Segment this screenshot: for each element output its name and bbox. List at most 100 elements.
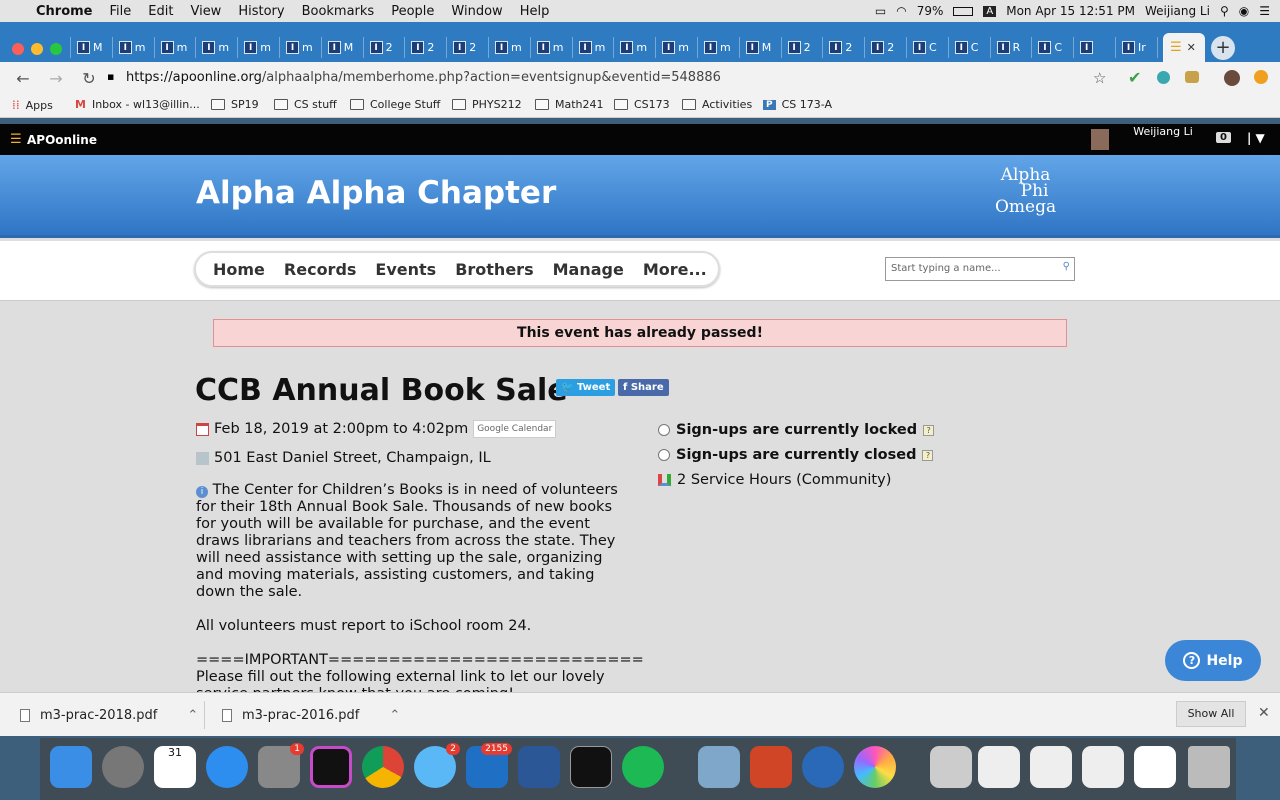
spotify-icon[interactable] xyxy=(622,746,664,788)
spotlight-icon[interactable]: ⚲ xyxy=(1220,4,1229,18)
bookmark-sp19[interactable]: SP19 xyxy=(211,98,259,111)
download-item-2[interactable]: m3-prac-2016.pdf ⌃ xyxy=(222,708,400,723)
system-preferences-icon[interactable]: 1 xyxy=(258,743,304,788)
browser-tab[interactable]: I2 xyxy=(822,37,862,58)
show-all-downloads-button[interactable]: Show All xyxy=(1176,701,1246,727)
launchpad-icon[interactable] xyxy=(102,746,144,788)
clock[interactable]: Mon Apr 15 12:51 PM xyxy=(1006,4,1135,18)
browser-tab[interactable]: IM xyxy=(70,37,110,58)
airplay-icon[interactable]: ▭ xyxy=(875,4,886,18)
address-bar[interactable]: https://apoonline.org/alphaalpha/memberh… xyxy=(126,67,1226,89)
close-tab-icon[interactable]: ✕ xyxy=(1187,41,1196,54)
close-window-button[interactable] xyxy=(12,43,24,55)
browser-tab[interactable]: Im xyxy=(153,37,194,58)
window-thumbnail-icon[interactable] xyxy=(1134,746,1176,788)
menu-history[interactable]: History xyxy=(238,4,284,19)
window-thumbnail-icon[interactable] xyxy=(1082,746,1124,788)
r-app-icon[interactable] xyxy=(802,746,844,788)
bookmark-star-icon[interactable]: ☆ xyxy=(1093,69,1106,87)
downloads-stack-icon[interactable] xyxy=(930,746,972,788)
profile-avatar-icon[interactable] xyxy=(1224,70,1240,86)
browser-tab[interactable]: Im xyxy=(111,37,152,58)
word-icon[interactable] xyxy=(518,746,560,788)
window-thumbnail-icon[interactable] xyxy=(1030,746,1072,788)
chevron-up-icon[interactable]: ⌃ xyxy=(389,708,400,723)
bookmark-apps[interactable]: ⁞⁞ Apps xyxy=(12,98,53,112)
nav-events[interactable]: Events xyxy=(375,260,436,279)
bookmark-cs-stuff[interactable]: CS stuff xyxy=(274,98,337,111)
browser-tab[interactable]: Im xyxy=(613,37,653,58)
browser-tab[interactable]: I2 xyxy=(404,37,444,58)
menu-help[interactable]: Help xyxy=(520,4,550,19)
browser-tab[interactable]: I Ir xyxy=(1115,37,1155,58)
browser-tab[interactable]: IC xyxy=(947,37,988,58)
wifi-icon[interactable]: ◠ xyxy=(896,4,906,18)
bookmark-math241[interactable]: Math241 xyxy=(535,98,604,111)
help-button[interactable]: ? Help xyxy=(1165,640,1261,681)
menu-file[interactable]: File xyxy=(110,4,132,19)
nav-brothers[interactable]: Brothers xyxy=(455,260,533,279)
browser-tab[interactable]: I2 xyxy=(864,37,904,58)
extension-check-icon[interactable]: ✔ xyxy=(1128,68,1141,87)
apo-brand[interactable]: APOonline xyxy=(27,133,97,147)
user-name[interactable]: Weijiang Li xyxy=(1145,4,1210,18)
bookmark-cs173-a[interactable]: P CS 173-A xyxy=(763,98,832,111)
back-button[interactable]: ← xyxy=(13,69,33,88)
battery-percent[interactable]: 79% xyxy=(917,4,944,18)
finder-icon[interactable] xyxy=(50,746,92,788)
notification-center-icon[interactable]: ☰ xyxy=(1259,4,1270,18)
calendar-app-icon[interactable]: 31 xyxy=(154,746,196,788)
input-source-icon[interactable]: A xyxy=(983,5,997,17)
google-calendar-button[interactable]: Google Calendar xyxy=(473,420,557,438)
chrome-icon[interactable] xyxy=(362,746,404,788)
chevron-up-icon[interactable]: ⌃ xyxy=(187,708,198,723)
app-menu-chrome[interactable]: Chrome xyxy=(36,4,93,19)
hamburger-menu-icon[interactable]: ☰ xyxy=(10,132,22,147)
siri-icon[interactable]: ◉ xyxy=(1239,4,1249,18)
extension-teal-icon[interactable] xyxy=(1157,71,1170,84)
nav-home[interactable]: Home xyxy=(213,260,265,279)
browser-tab[interactable]: Im xyxy=(279,37,319,58)
browser-tab[interactable]: I2 xyxy=(362,37,403,58)
facebook-share-button[interactable]: f Share xyxy=(618,379,669,396)
browser-tab[interactable]: Im xyxy=(697,37,737,58)
bookmark-cs173[interactable]: CS173 xyxy=(614,98,670,111)
app-store-icon[interactable] xyxy=(206,746,248,788)
bookmark-phys212[interactable]: PHYS212 xyxy=(452,98,522,111)
help-question-icon[interactable]: ? xyxy=(923,424,935,436)
forward-button[interactable]: → xyxy=(46,69,66,88)
browser-tab[interactable]: Im xyxy=(237,37,277,58)
browser-tab[interactable]: IM xyxy=(320,37,361,58)
user-avatar[interactable] xyxy=(1091,129,1109,150)
menu-view[interactable]: View xyxy=(190,4,221,19)
preview-icon[interactable] xyxy=(698,746,740,788)
reload-button[interactable]: ↻ xyxy=(79,69,99,88)
powerpoint-icon[interactable] xyxy=(750,746,792,788)
window-thumbnail-icon[interactable] xyxy=(978,746,1020,788)
intellij-icon[interactable] xyxy=(310,746,352,788)
browser-tab[interactable]: Im xyxy=(488,37,528,58)
minimize-window-button[interactable] xyxy=(31,43,43,55)
menu-people[interactable]: People xyxy=(391,4,434,19)
extension-plant-icon[interactable] xyxy=(1185,71,1199,83)
extension-orange-icon[interactable] xyxy=(1254,70,1268,84)
browser-tab[interactable]: I xyxy=(1073,37,1113,58)
bookmark-inbox[interactable]: M Inbox - wl13@illin... xyxy=(75,98,200,111)
account-dropdown-icon[interactable]: | ▼ xyxy=(1247,131,1265,145)
trash-icon[interactable] xyxy=(1188,746,1230,788)
download-item-1[interactable]: m3-prac-2018.pdf ⌃ xyxy=(20,708,198,723)
member-search-input[interactable]: Start typing a name... ⚲ xyxy=(885,257,1075,281)
notification-count[interactable]: 0 xyxy=(1216,132,1231,143)
nav-manage[interactable]: Manage xyxy=(553,260,624,279)
browser-tab[interactable]: Im xyxy=(655,37,695,58)
menu-bookmarks[interactable]: Bookmarks xyxy=(302,4,375,19)
photos-icon[interactable] xyxy=(854,746,896,788)
bookmark-college-stuff[interactable]: College Stuff xyxy=(350,98,440,111)
user-name-label[interactable]: Weijiang Li xyxy=(1133,125,1193,138)
terminal-icon[interactable] xyxy=(570,746,612,788)
nav-records[interactable]: Records xyxy=(284,260,357,279)
close-downloads-icon[interactable]: ✕ xyxy=(1258,705,1270,721)
browser-tab[interactable]: I2 xyxy=(780,37,821,58)
active-browser-tab[interactable]: ☰ ✕ xyxy=(1163,33,1205,62)
nav-more[interactable]: More... xyxy=(643,260,707,279)
